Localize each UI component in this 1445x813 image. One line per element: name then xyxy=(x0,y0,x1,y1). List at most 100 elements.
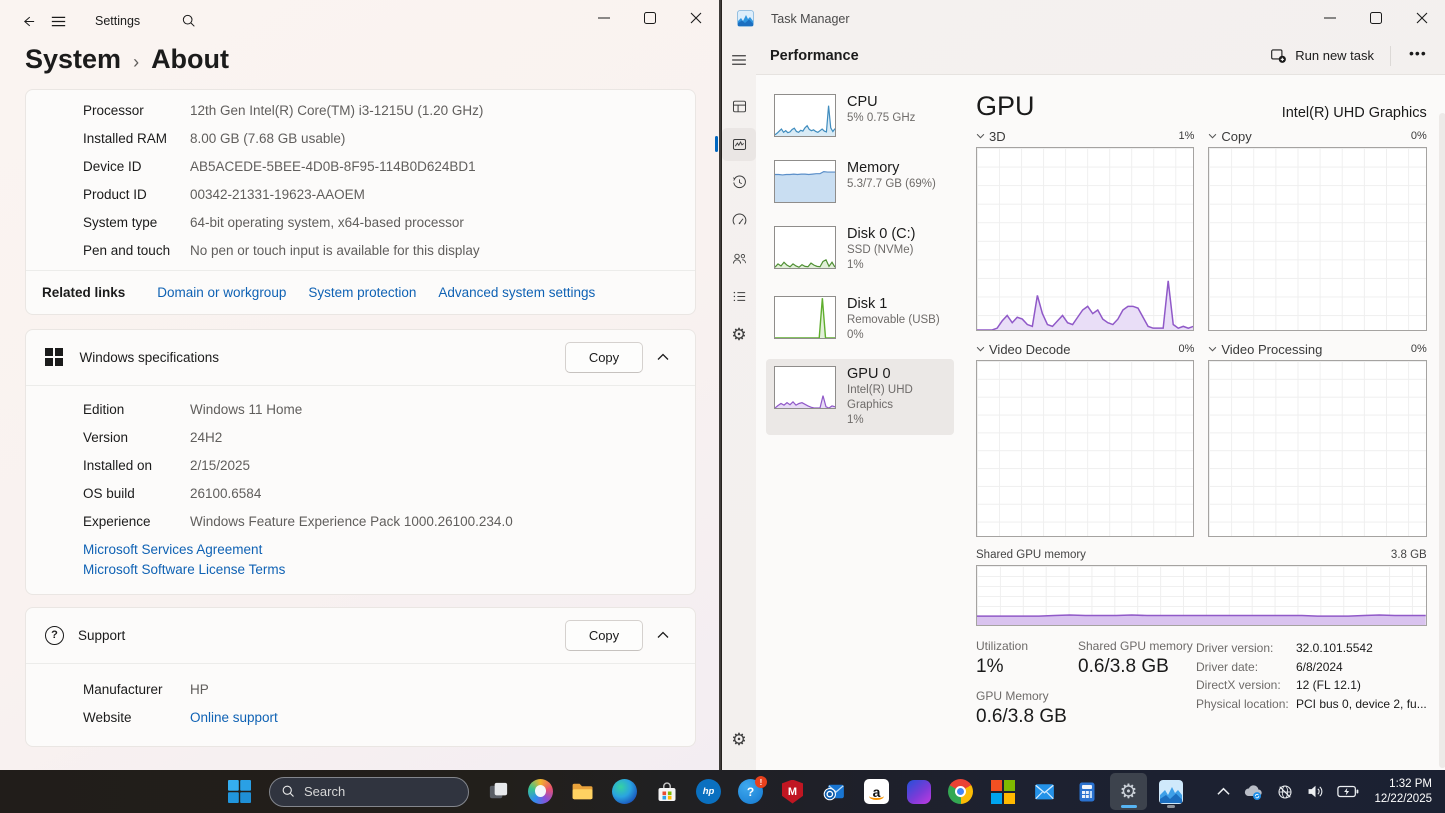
perf-item-name: CPU xyxy=(847,94,915,111)
rail-performance-button[interactable] xyxy=(722,128,756,161)
outlook-button[interactable] xyxy=(816,773,853,810)
edge-button[interactable] xyxy=(606,773,643,810)
task-view-button[interactable] xyxy=(480,773,517,810)
mcafee-button[interactable]: M xyxy=(774,773,811,810)
perf-item-sub: Intel(R) UHD Graphics xyxy=(847,383,948,413)
calculator-button[interactable] xyxy=(1068,773,1105,810)
copilot-button[interactable] xyxy=(522,773,559,810)
rail-processes-button[interactable] xyxy=(722,90,756,123)
rail-details-button[interactable] xyxy=(722,280,756,313)
more-options-button[interactable]: ••• xyxy=(1397,41,1439,71)
perf-item-sub: 5.3/7.7 GB (69%) xyxy=(847,177,936,192)
maximize-button[interactable] xyxy=(627,0,673,36)
link-advanced-system-settings[interactable]: Advanced system settings xyxy=(438,285,595,300)
rail-menu-button[interactable] xyxy=(722,43,756,76)
get-help-button[interactable]: ? ! xyxy=(732,773,769,810)
link-system-protection[interactable]: System protection xyxy=(308,285,416,300)
taskbar-search[interactable]: Search xyxy=(269,777,469,807)
chrome-icon xyxy=(948,779,973,804)
close-button[interactable] xyxy=(673,0,719,36)
winspec-value: Windows Feature Experience Pack 1000.261… xyxy=(190,512,513,531)
perf-item-cpu[interactable]: CPU5% 0.75 GHz xyxy=(766,87,954,144)
chevron-down-icon[interactable] xyxy=(1208,346,1217,352)
settings-taskbar-button[interactable]: ⚙ xyxy=(1110,773,1147,810)
mail-button[interactable] xyxy=(1026,773,1063,810)
microsoft-365-button[interactable] xyxy=(900,773,937,810)
spec-label: Processor xyxy=(83,101,190,120)
start-button[interactable] xyxy=(221,773,258,810)
battery-tray-button[interactable] xyxy=(1332,775,1364,809)
collapse-chevron-button[interactable] xyxy=(643,620,683,651)
support-header: ? Support Copy xyxy=(26,608,695,663)
gpu-copy-chart-block: Copy 0% xyxy=(1208,125,1426,331)
amazon-button[interactable]: a xyxy=(858,773,895,810)
rail-services-button[interactable]: ⚙ xyxy=(722,318,756,351)
winspec-label: OS build xyxy=(83,484,190,503)
microsoft-store-button[interactable] xyxy=(648,773,685,810)
settings-search-button[interactable] xyxy=(174,6,204,36)
amazon-icon: a xyxy=(864,779,889,804)
windows-specifications-title: Windows specifications xyxy=(80,350,566,365)
network-tray-button[interactable] xyxy=(1271,775,1299,809)
copilot-icon xyxy=(528,779,553,804)
breadcrumb-about: About xyxy=(151,44,229,75)
taskbar-clock[interactable]: 1:32 PM 12/22/2025 xyxy=(1374,777,1432,807)
performance-header: Performance Run new task ••• xyxy=(756,37,1445,74)
task-manager-taskbar-button[interactable] xyxy=(1152,773,1189,810)
copy-button[interactable]: Copy xyxy=(565,620,643,651)
winspec-label: Installed on xyxy=(83,456,190,475)
calculator-icon xyxy=(1075,780,1099,804)
spec-label: Installed RAM xyxy=(83,129,190,148)
chart-label-row: Copy 0% xyxy=(1208,125,1426,147)
minimize-button[interactable] xyxy=(1307,0,1353,36)
scrollbar[interactable] xyxy=(1439,113,1445,768)
rail-users-button[interactable] xyxy=(722,242,756,275)
spec-label: Product ID xyxy=(83,185,190,204)
back-button[interactable] xyxy=(13,6,43,36)
chevron-down-icon[interactable] xyxy=(976,133,985,139)
maximize-icon xyxy=(644,12,656,24)
perf-item-gpu0[interactable]: GPU 0Intel(R) UHD Graphics1% xyxy=(766,359,954,435)
volume-tray-button[interactable] xyxy=(1301,775,1330,809)
copy-button[interactable]: Copy xyxy=(565,342,643,373)
back-arrow-icon xyxy=(21,14,36,29)
collapse-chevron-button[interactable] xyxy=(643,342,683,373)
details-icon xyxy=(731,288,748,305)
onedrive-tray-button[interactable] xyxy=(1237,775,1269,809)
link-microsoft-software-license-terms[interactable]: Microsoft Software License Terms xyxy=(83,560,679,580)
perf-item-memory[interactable]: Memory5.3/7.7 GB (69%) xyxy=(766,153,954,210)
run-new-task-button[interactable]: Run new task xyxy=(1260,41,1384,70)
minimize-button[interactable] xyxy=(581,0,627,36)
maximize-button[interactable] xyxy=(1353,0,1399,36)
support-row: ManufacturerHP xyxy=(26,676,695,704)
gpu-header: GPU Intel(R) UHD Graphics xyxy=(976,81,1427,121)
perf-item-disk0[interactable]: Disk 0 (C:)SSD (NVMe)1% xyxy=(766,219,954,280)
link-online-support[interactable]: Online support xyxy=(190,708,278,727)
rail-app-history-button[interactable] xyxy=(722,166,756,199)
startup-apps-icon xyxy=(731,212,748,229)
nav-menu-button[interactable] xyxy=(43,6,73,36)
chrome-button[interactable] xyxy=(942,773,979,810)
related-links-label: Related links xyxy=(42,285,125,300)
chevron-down-icon[interactable] xyxy=(976,346,985,352)
hidden-icons-button[interactable] xyxy=(1212,775,1235,809)
microsoft-office-button[interactable] xyxy=(984,773,1021,810)
chevron-down-icon[interactable] xyxy=(1208,133,1217,139)
spec-row: Installed RAM8.00 GB (7.68 GB usable) xyxy=(26,124,695,152)
driver-row: Driver date:6/8/2024 xyxy=(1196,658,1427,677)
rail-startup-apps-button[interactable] xyxy=(722,204,756,237)
perf-item-disk1[interactable]: Disk 1Removable (USB)0% xyxy=(766,289,954,350)
file-explorer-button[interactable] xyxy=(564,773,601,810)
close-button[interactable] xyxy=(1399,0,1445,36)
winspec-value: 26100.6584 xyxy=(190,484,261,503)
link-domain-or-workgroup[interactable]: Domain or workgroup xyxy=(157,285,286,300)
rail-settings-button[interactable]: ⚙ xyxy=(722,723,756,756)
hp-button[interactable]: hp xyxy=(690,773,727,810)
breadcrumb-system[interactable]: System xyxy=(25,44,121,75)
spec-label: System type xyxy=(83,213,190,232)
task-manager-title: Task Manager xyxy=(771,12,850,26)
gpu-video-processing-chart-block: Video Processing 0% xyxy=(1208,338,1426,537)
disk1-mini-chart xyxy=(774,296,836,339)
minimize-icon xyxy=(1324,12,1336,24)
link-microsoft-services-agreement[interactable]: Microsoft Services Agreement xyxy=(83,540,679,560)
